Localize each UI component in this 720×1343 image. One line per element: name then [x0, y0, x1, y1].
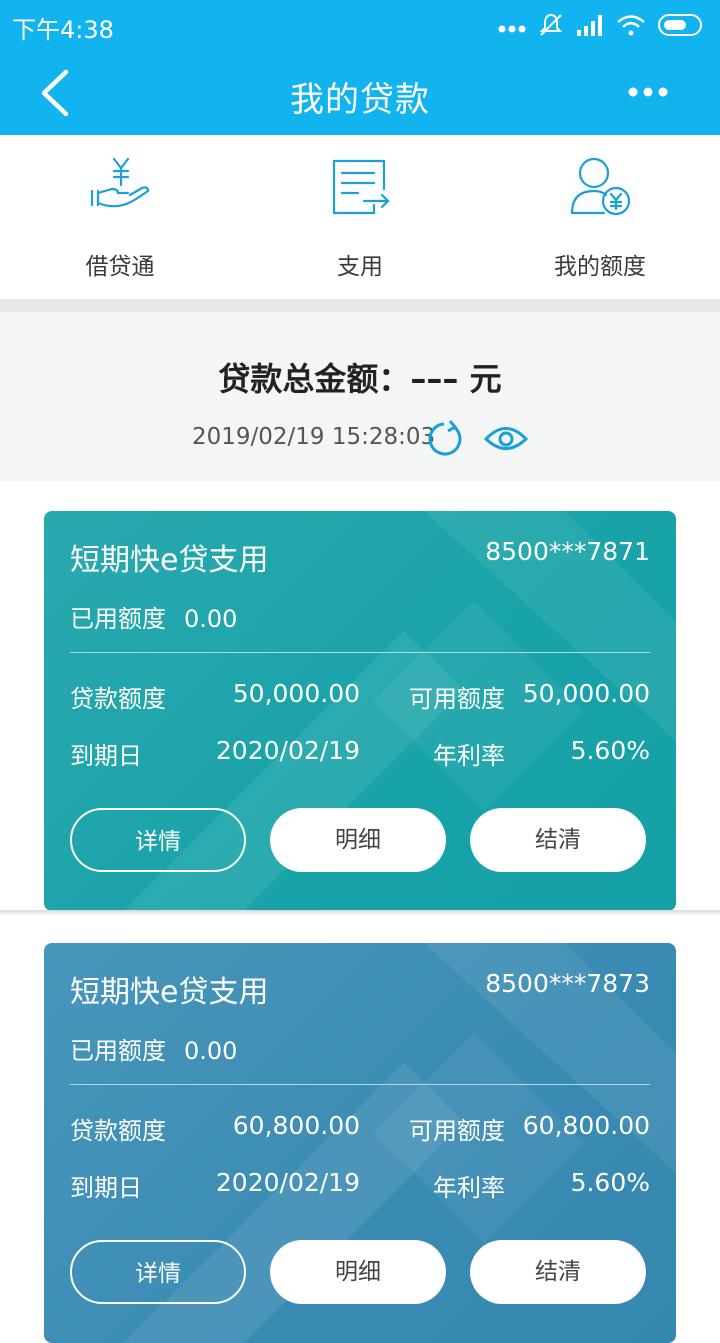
settle-button[interactable]: 结清	[470, 1240, 646, 1304]
battery-icon	[658, 13, 706, 41]
card-divider	[70, 1084, 650, 1085]
card-separator	[0, 910, 720, 916]
settle-button[interactable]: 结清	[470, 808, 646, 872]
product-name: 短期快e贷支用	[70, 975, 269, 1010]
status-bar: 下午4:38	[0, 0, 720, 52]
refresh-icon[interactable]	[424, 419, 464, 463]
quick-action-zhiyong[interactable]: 支用	[240, 135, 480, 299]
wifi-icon	[616, 14, 646, 40]
details-button[interactable]: 详情	[70, 1240, 246, 1304]
quick-action-jiedaitong[interactable]: 借贷通	[0, 135, 240, 299]
available-value: 50,000.00	[522, 679, 650, 708]
statement-button[interactable]: 明细	[270, 1240, 446, 1304]
used-quota-label: 已用额度	[70, 605, 166, 633]
status-icons	[498, 12, 706, 42]
quick-action-label: 支用	[337, 254, 383, 280]
mute-icon	[538, 12, 564, 42]
loan-card: 短期快e贷支用 8500***7873 已用额度 0.00 贷款额度 60,800…	[44, 943, 676, 1343]
used-quota-label: 已用额度	[70, 1037, 166, 1065]
eye-icon[interactable]	[483, 424, 529, 458]
due-date-value: 2020/02/19	[215, 1168, 360, 1197]
statement-button[interactable]: 明细	[270, 808, 446, 872]
app-bar: 我的贷款	[0, 52, 720, 135]
quick-actions: 借贷通 支用 我的额度	[0, 135, 720, 299]
available-label: 可用额度	[409, 685, 505, 713]
used-quota: 已用额度 0.00	[70, 1031, 237, 1066]
total-amount: 贷款总金额：––– 元	[0, 354, 720, 400]
total-value: ––– 元	[410, 360, 502, 398]
loan-limit-value: 50,000.00	[232, 679, 360, 708]
due-date-value: 2020/02/19	[215, 736, 360, 765]
card-divider	[70, 652, 650, 653]
rate-label: 年利率	[433, 742, 505, 770]
page-title: 我的贷款	[290, 80, 430, 120]
used-quota-value: 0.00	[184, 1037, 238, 1065]
update-timestamp: 2019/02/19 15:28:03	[192, 424, 436, 450]
used-quota: 已用额度 0.00	[70, 599, 237, 634]
available-value: 60,800.00	[522, 1111, 650, 1140]
section-divider	[0, 299, 720, 312]
user-yuan-icon	[570, 157, 631, 216]
quick-action-my-quota[interactable]: 我的额度	[480, 135, 720, 299]
rate-value: 5.60%	[570, 736, 650, 765]
used-quota-value: 0.00	[184, 605, 238, 633]
loan-card: 短期快e贷支用 8500***7871 已用额度 0.00 贷款额度 50,000…	[44, 511, 676, 911]
account-number: 8500***7873	[485, 969, 650, 998]
details-button[interactable]: 详情	[70, 808, 246, 872]
account-number: 8500***7871	[485, 537, 650, 566]
loan-summary: 贷款总金额：––– 元 2019/02/19 15:28:03	[0, 312, 720, 481]
more-dots-status-icon	[498, 18, 526, 37]
quick-action-label: 我的额度	[554, 254, 646, 280]
available-label: 可用额度	[409, 1117, 505, 1145]
product-name: 短期快e贷支用	[70, 543, 269, 578]
rate-label: 年利率	[433, 1174, 505, 1202]
rate-value: 5.60%	[570, 1168, 650, 1197]
loan-limit-value: 60,800.00	[232, 1111, 360, 1140]
total-label: 贷款总金额：	[218, 360, 411, 398]
more-menu-icon[interactable]	[628, 72, 668, 112]
signal-icon	[576, 14, 604, 40]
quick-action-label: 借贷通	[85, 254, 155, 280]
status-time: 下午4:38	[12, 16, 114, 44]
hand-yuan-icon	[90, 157, 150, 208]
document-transfer-icon	[332, 159, 390, 215]
